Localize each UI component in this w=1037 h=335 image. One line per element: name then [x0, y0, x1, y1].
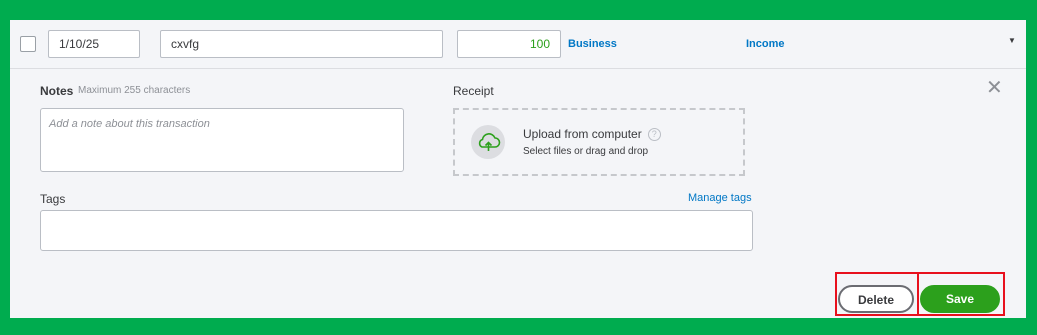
upload-title: Upload from computer? [523, 127, 661, 141]
notes-placeholder: Add a note about this transaction [49, 118, 210, 130]
receipt-label: Receipt [453, 84, 494, 98]
delete-highlight-box [835, 272, 919, 316]
tags-input[interactable] [40, 210, 753, 251]
transaction-row: 1/10/25 cxvfg 100 Business Income ▼ [10, 20, 1026, 69]
date-field[interactable]: 1/10/25 [48, 30, 140, 58]
transaction-edit-panel: 1/10/25 cxvfg 100 Business Income ▼ Note… [10, 20, 1026, 318]
receipt-dropzone[interactable]: Upload from computer? Select files or dr… [453, 108, 745, 176]
close-icon[interactable]: ✕ [986, 78, 1003, 98]
type-link[interactable]: Income [746, 38, 785, 50]
save-highlight-box [917, 272, 1005, 316]
notes-textarea[interactable]: Add a note about this transaction [40, 108, 404, 172]
cloud-upload-icon [471, 125, 505, 159]
amount-field[interactable]: 100 [457, 30, 561, 58]
upload-title-text: Upload from computer [523, 127, 642, 141]
manage-tags-link[interactable]: Manage tags [688, 192, 752, 204]
tags-label: Tags [40, 192, 66, 206]
upload-subtitle: Select files or drag and drop [523, 146, 649, 157]
category-link[interactable]: Business [568, 38, 617, 50]
notes-label: Notes [40, 84, 74, 98]
description-field[interactable]: cxvfg [160, 30, 443, 58]
chevron-down-icon[interactable]: ▼ [1008, 36, 1016, 45]
notes-hint: Maximum 255 characters [78, 85, 191, 96]
help-icon[interactable]: ? [647, 128, 661, 141]
row-select-checkbox[interactable] [20, 36, 36, 52]
